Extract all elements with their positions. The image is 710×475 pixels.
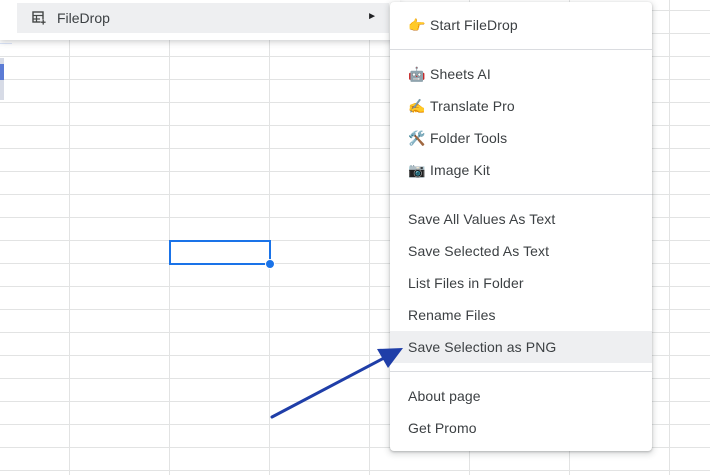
menu-item-label: Translate Pro: [430, 98, 515, 114]
writing-hand-icon: ✍️: [408, 97, 426, 114]
tools-icon: 🛠️: [408, 129, 426, 146]
menu-item-label: Get Promo: [408, 420, 477, 436]
menu-item-label: Folder Tools: [430, 130, 508, 146]
menu-item-label: Save Selected As Text: [408, 243, 550, 259]
menu-item-save-selection-as-png[interactable]: Save Selection as PNG: [390, 331, 652, 363]
menu-divider: [390, 371, 652, 372]
menu-item-label: Save All Values As Text: [408, 211, 556, 227]
menu-item-label: Sheets AI: [430, 66, 491, 82]
cell-content-fragment: ······: [0, 41, 12, 47]
pointing-hand-icon: 👉: [408, 16, 426, 33]
menu-item-rename-files[interactable]: Rename Files: [390, 299, 652, 331]
menu-divider: [390, 49, 652, 50]
filedrop-submenu: 👉 Start FileDrop 🤖 Sheets AI ✍️ Translat…: [390, 2, 652, 451]
selected-cell[interactable]: [169, 240, 271, 265]
menu-item-label: Save Selection as PNG: [408, 339, 557, 355]
cell-image-thumbnail: [0, 58, 4, 100]
menu-divider: [390, 194, 652, 195]
menu-item-get-promo[interactable]: Get Promo: [390, 412, 652, 444]
menu-item-filedrop-label: FileDrop: [57, 10, 110, 26]
menu-item-label: Rename Files: [408, 307, 496, 323]
menu-item-image-kit[interactable]: 📷 Image Kit: [390, 154, 652, 186]
spreadsheet-window: ······ FileDrop ► 👉 Start FileDrop 🤖 She…: [0, 0, 710, 475]
robot-icon: 🤖: [408, 65, 426, 82]
menu-item-about-page[interactable]: About page: [390, 380, 652, 412]
addon-table-icon: [31, 10, 47, 26]
menu-item-list-files-in-folder[interactable]: List Files in Folder: [390, 267, 652, 299]
menu-item-sheets-ai[interactable]: 🤖 Sheets AI: [390, 58, 652, 90]
menu-item-save-selected-as-text[interactable]: Save Selected As Text: [390, 235, 652, 267]
menu-item-start-filedrop[interactable]: 👉 Start FileDrop: [390, 9, 652, 41]
menu-item-save-all-values-as-text[interactable]: Save All Values As Text: [390, 203, 652, 235]
menu-item-label: List Files in Folder: [408, 275, 524, 291]
menu-item-filedrop[interactable]: FileDrop ►: [17, 3, 389, 33]
camera-icon: 📷: [408, 161, 426, 178]
submenu-arrow-icon: ►: [367, 11, 377, 22]
menu-item-label: Image Kit: [430, 162, 491, 178]
menu-item-translate-pro[interactable]: ✍️ Translate Pro: [390, 90, 652, 122]
menu-item-label: Start FileDrop: [430, 17, 518, 33]
menu-item-label: About page: [408, 388, 481, 404]
menu-item-folder-tools[interactable]: 🛠️ Folder Tools: [390, 122, 652, 154]
extensions-menu: FileDrop ►: [0, 0, 400, 40]
fill-handle[interactable]: [265, 259, 275, 269]
